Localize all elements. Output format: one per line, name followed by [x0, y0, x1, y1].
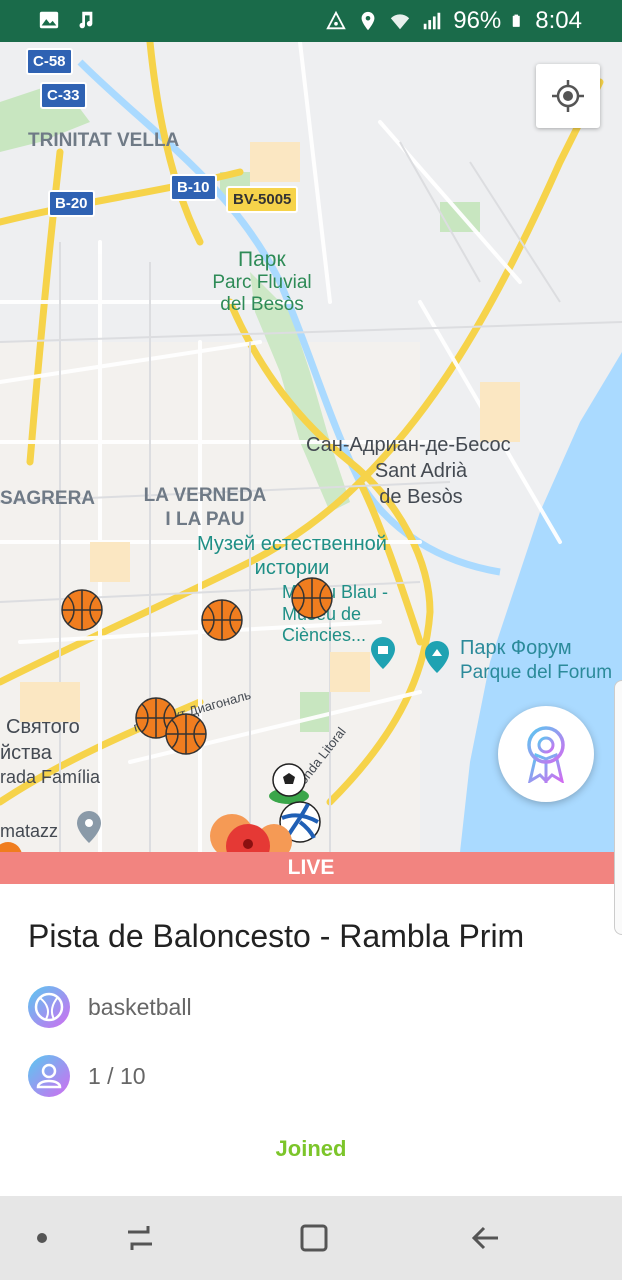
- label-forum-ru: Парк Форум: [460, 637, 572, 659]
- basketball-marker-icon[interactable]: [60, 588, 104, 632]
- basketball-marker-icon[interactable]: [200, 598, 244, 642]
- joined-status-button[interactable]: Joined: [0, 1136, 622, 1162]
- my-location-button[interactable]: [536, 64, 600, 128]
- image-icon: [39, 11, 59, 29]
- back-button[interactable]: [466, 1218, 506, 1258]
- clock: 8:04: [535, 7, 582, 34]
- court-detail-panel: Pista de Baloncesto - Rambla Prim basket…: [0, 884, 622, 1196]
- map-view[interactable]: C-58 C-33 B-20 B-10 BV-5005 TRINITAT VEL…: [0, 42, 622, 852]
- label-sagrada-1: Святого: [6, 716, 80, 738]
- sport-label: basketball: [88, 993, 192, 1020]
- user-icon: [28, 1055, 70, 1097]
- road-badge-c58: C-58: [26, 48, 73, 75]
- data-saver-icon: [326, 10, 347, 30]
- basketball-marker-icon[interactable]: [290, 576, 334, 620]
- label-trinitat: TRINITAT VELLA: [28, 130, 180, 151]
- sport-ball-icon: [28, 986, 70, 1028]
- road-badge-b10: B-10: [170, 174, 217, 201]
- award-ribbon-icon: [527, 726, 565, 783]
- battery-percent: 96%: [453, 7, 502, 34]
- forum-pin-icon[interactable]: [424, 640, 450, 674]
- location-icon: [361, 11, 375, 31]
- signal-icon: [423, 12, 441, 30]
- players-row: 1 / 10: [28, 1055, 146, 1097]
- recent-apps-icon: [128, 1226, 152, 1250]
- home-button[interactable]: [294, 1218, 334, 1258]
- label-park-ru: Парк: [238, 248, 286, 271]
- dot-icon: [37, 1233, 47, 1243]
- live-banner: LIVE: [0, 852, 622, 884]
- road-badge-b20: B-20: [48, 190, 95, 217]
- crosshair-icon: [552, 80, 584, 112]
- label-museum-ru: Музей естественной истории: [197, 533, 387, 579]
- achievements-button[interactable]: [498, 706, 594, 802]
- label-forum-es: Parque del Forum: [460, 662, 613, 683]
- court-title: Pista de Baloncesto - Rambla Prim: [28, 918, 525, 954]
- live-pin-icon[interactable]: [204, 812, 300, 852]
- battery-icon: [513, 14, 521, 27]
- players-count: 1 / 10: [88, 1062, 146, 1089]
- label-matazz: matazz: [0, 821, 59, 841]
- museum-pin-icon[interactable]: [370, 636, 396, 670]
- label-san-adrian-ru: Сан-Адриан-де-Бесос: [306, 434, 511, 456]
- nav-dot-button[interactable]: [22, 1218, 62, 1258]
- label-sant-adria: Sant Adrià de Besòs: [374, 460, 468, 508]
- partial-marker-icon[interactable]: [0, 842, 24, 852]
- music-icon: [79, 11, 93, 29]
- back-arrow-icon: [471, 1226, 498, 1250]
- road-badge-bv5005: BV-5005: [226, 186, 299, 213]
- home-square-icon: [300, 1224, 328, 1252]
- basketball-marker-icon[interactable]: [164, 712, 208, 756]
- label-verneda: LA VERNEDA I LA PAU: [143, 485, 267, 530]
- road-badge-c33: C-33: [40, 82, 87, 109]
- label-sagrada-2: йства: [0, 742, 52, 764]
- status-bar: 96% 8:04: [0, 0, 622, 42]
- system-nav-bar: [0, 1196, 622, 1280]
- side-scroll-handle[interactable]: [614, 680, 622, 935]
- label-sagrada-3: rada Família: [0, 767, 101, 787]
- label-park-name: Parc Fluvial del Besòs: [212, 272, 312, 315]
- sport-row: basketball: [28, 986, 192, 1028]
- place-pin-icon[interactable]: [76, 810, 102, 844]
- recent-apps-button[interactable]: [120, 1218, 160, 1258]
- wifi-icon: [391, 14, 410, 30]
- label-sagrera: SAGRERA: [0, 488, 96, 509]
